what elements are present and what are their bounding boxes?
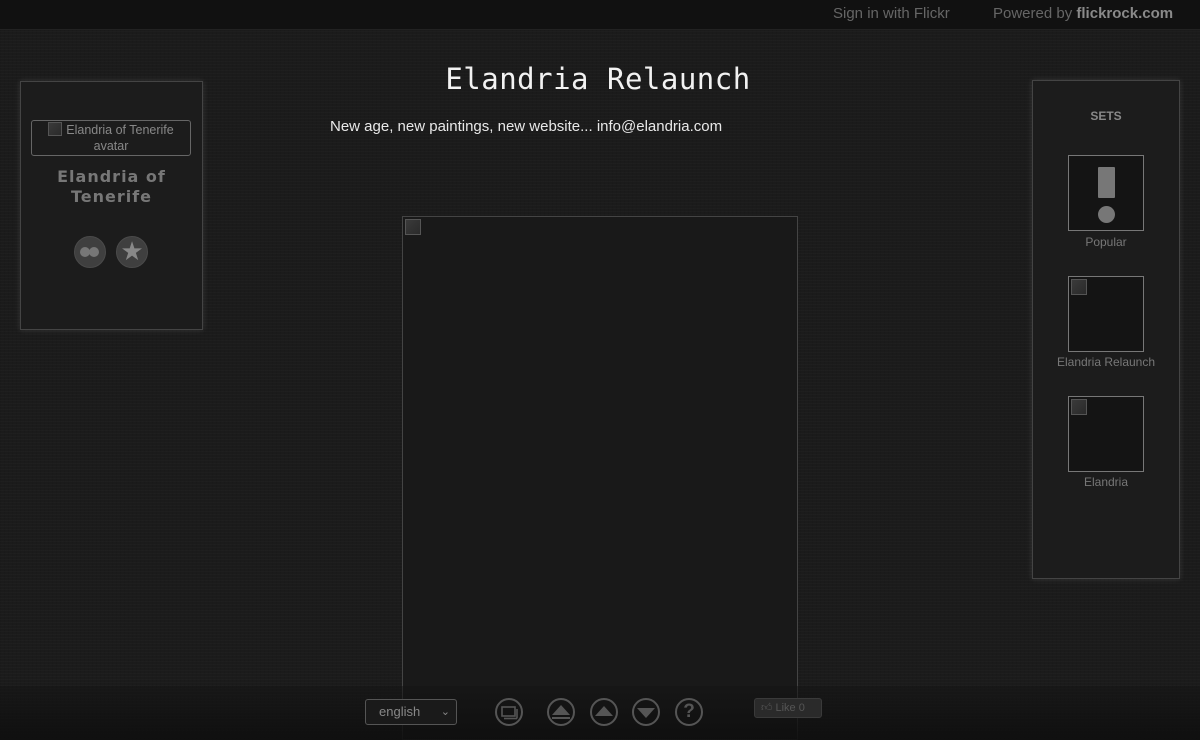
slideshow-button[interactable] (495, 698, 523, 726)
thumbs-up-icon: 👍︎ (761, 702, 773, 714)
broken-image-icon (405, 219, 421, 235)
page-subtitle: New age, new paintings, new website... i… (330, 118, 723, 135)
avatar-alt-text: Elandria of Tenerife avatar (66, 123, 174, 153)
set-label-elandria-relaunch[interactable]: Elandria Relaunch (1033, 355, 1179, 369)
broken-image-icon (1071, 399, 1087, 415)
set-thumb-elandria-relaunch[interactable] (1068, 276, 1144, 352)
main-photo[interactable] (402, 216, 798, 740)
language-value: english (379, 704, 421, 719)
top-bar: Sign in with Flickr Powered by flickrock… (0, 0, 1200, 30)
chevron-down-icon: ⌄ (440, 706, 450, 718)
like-label: Like 0 (775, 702, 805, 714)
set-thumb-elandria[interactable] (1068, 396, 1144, 472)
sets-heading: SETS (1090, 109, 1122, 123)
sign-in-link[interactable]: Sign in with Flickr (833, 5, 950, 22)
help-icon: ? (683, 701, 695, 722)
powered-by-prefix: Powered by (993, 5, 1077, 22)
arrow-up-icon (595, 706, 613, 716)
flickrock-link[interactable]: flickrock.com (1076, 5, 1173, 22)
broken-image-icon (1071, 279, 1087, 295)
exclamation-icon (1098, 167, 1115, 198)
set-label-elandria[interactable]: Elandria (1033, 475, 1179, 489)
avatar[interactable]: Elandria of Tenerife avatar (31, 120, 191, 156)
previous-button[interactable] (590, 698, 618, 726)
profile-panel: Elandria of Tenerife avatar Elandria of … (20, 81, 203, 330)
arrow-down-icon (637, 708, 655, 718)
set-label-popular[interactable]: Popular (1033, 235, 1179, 249)
powered-by: Powered by flickrock.com (993, 5, 1173, 22)
facebook-like-button[interactable]: 👍︎ Like 0 (754, 698, 822, 718)
profile-name[interactable]: Elandria of Tenerife (21, 167, 202, 207)
broken-image-icon (48, 122, 63, 136)
slideshow-icon (501, 706, 518, 720)
next-button[interactable] (632, 698, 660, 726)
set-thumb-popular[interactable] (1068, 155, 1144, 231)
star-icon[interactable]: ★ (116, 236, 148, 268)
sets-panel: SETS Popular Elandria Relaunch Elandria (1032, 80, 1180, 579)
exclamation-dot (1098, 206, 1115, 223)
help-button[interactable]: ? (675, 698, 703, 726)
arrow-up-icon (552, 705, 570, 719)
page-title: Elandria Relaunch (445, 62, 751, 96)
flickr-icon[interactable] (74, 236, 106, 268)
scroll-top-button[interactable] (547, 698, 575, 726)
language-select[interactable]: english ⌄ (365, 699, 457, 725)
